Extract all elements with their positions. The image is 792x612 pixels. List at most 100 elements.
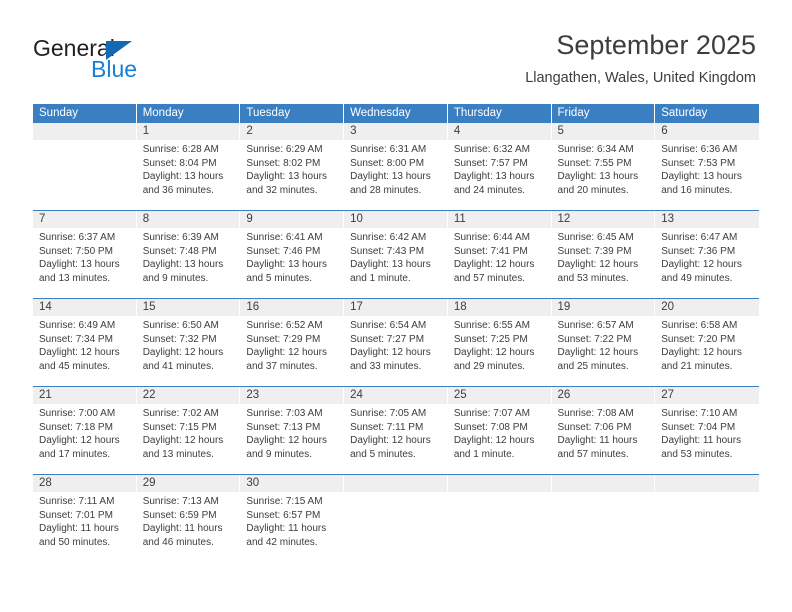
- sunset-text: Sunset: 7:57 PM: [453, 157, 528, 169]
- calendar-page: General Blue September 2025 Llangathen, …: [0, 0, 792, 612]
- sunset-text: Sunset: 7:04 PM: [661, 421, 736, 433]
- calendar-day-cell[interactable]: 6 Sunrise: 6:36 AM Sunset: 7:53 PM Daylight…: [655, 123, 759, 210]
- sunset-text: Sunset: 7:34 PM: [39, 333, 113, 345]
- sunset-text: Sunset: 7:15 PM: [142, 421, 217, 433]
- sunrise-text: Sunrise: 6:42 AM: [350, 232, 427, 243]
- calendar-day-cell[interactable]: 1 Sunrise: 6:28 AM Sunset: 8:04 PM Daylight…: [136, 123, 241, 210]
- day-sun-info: Sunrise: 6:31 AM Sunset: 8:00 PM Daylight:…: [344, 140, 447, 197]
- day-number: 15: [136, 299, 240, 316]
- sunrise-text: Sunrise: 6:44 AM: [453, 232, 530, 243]
- day-number: 14: [33, 299, 136, 316]
- sunrise-text: Sunrise: 6:39 AM: [142, 232, 219, 243]
- day-number: 11: [447, 211, 551, 228]
- title-block: September 2025 Llangathen, Wales, United…: [525, 28, 756, 88]
- day-number: 17: [344, 299, 447, 316]
- day-sun-info: Sunrise: 6:49 AM Sunset: 7:34 PM Daylight:…: [33, 316, 136, 373]
- day-number: 13: [655, 211, 759, 228]
- daylight-text: Daylight: 13 hours and 32 minutes.: [246, 171, 328, 196]
- sunset-text: Sunset: 7:41 PM: [453, 245, 528, 257]
- calendar-day-cell[interactable]: 16 Sunrise: 6:52 AM Sunset: 7:29 PM Dayligh…: [240, 299, 345, 386]
- calendar-day-cell-empty: [33, 123, 137, 210]
- day-number: 20: [655, 299, 759, 316]
- day-number: 3: [344, 123, 447, 140]
- calendar-day-cell[interactable]: 5 Sunrise: 6:34 AM Sunset: 7:55 PM Daylight…: [551, 123, 656, 210]
- sunset-text: Sunset: 8:04 PM: [142, 157, 217, 169]
- day-sun-info: Sunrise: 6:55 AM Sunset: 7:25 PM Daylight:…: [448, 316, 551, 373]
- sunrise-text: Sunrise: 6:28 AM: [142, 144, 219, 155]
- day-number: [344, 475, 447, 492]
- calendar-day-cell[interactable]: 11 Sunrise: 6:44 AM Sunset: 7:41 PM Dayligh…: [447, 211, 552, 298]
- calendar-day-cell[interactable]: 8 Sunrise: 6:39 AM Sunset: 7:48 PM Daylight…: [136, 211, 241, 298]
- calendar-day-cell[interactable]: 25 Sunrise: 7:07 AM Sunset: 7:08 PM Dayligh…: [447, 387, 552, 474]
- calendar-day-cell[interactable]: 28 Sunrise: 7:11 AM Sunset: 7:01 PM Dayligh…: [33, 475, 137, 562]
- sunset-text: Sunset: 7:22 PM: [557, 333, 632, 345]
- weekday-header-friday: Friday: [551, 104, 656, 123]
- daylight-text: Daylight: 12 hours and 25 minutes.: [557, 347, 639, 372]
- sunset-text: Sunset: 7:18 PM: [39, 421, 113, 433]
- sunrise-text: Sunrise: 7:13 AM: [142, 496, 219, 507]
- daylight-text: Daylight: 12 hours and 49 minutes.: [661, 259, 742, 284]
- sunrise-text: Sunrise: 6:54 AM: [350, 320, 427, 331]
- calendar-day-cell[interactable]: 26 Sunrise: 7:08 AM Sunset: 7:06 PM Dayligh…: [551, 387, 656, 474]
- day-number: [33, 123, 136, 140]
- day-sun-info: Sunrise: 7:13 AM Sunset: 6:59 PM Daylight:…: [137, 492, 240, 549]
- day-number: 27: [655, 387, 759, 404]
- daylight-text: Daylight: 12 hours and 57 minutes.: [453, 259, 535, 284]
- daylight-text: Daylight: 13 hours and 28 minutes.: [350, 171, 431, 196]
- calendar-week-row: 21 Sunrise: 7:00 AM Sunset: 7:18 PM Dayligh…: [33, 386, 759, 474]
- sunset-text: Sunset: 8:00 PM: [350, 157, 425, 169]
- sunrise-text: Sunrise: 6:31 AM: [350, 144, 427, 155]
- sunrise-text: Sunrise: 6:41 AM: [246, 232, 323, 243]
- calendar-day-cell[interactable]: 19 Sunrise: 6:57 AM Sunset: 7:22 PM Dayligh…: [551, 299, 656, 386]
- daylight-text: Daylight: 11 hours and 42 minutes.: [246, 523, 327, 548]
- calendar-day-cell[interactable]: 9 Sunrise: 6:41 AM Sunset: 7:46 PM Daylight…: [240, 211, 345, 298]
- calendar-day-cell[interactable]: 2 Sunrise: 6:29 AM Sunset: 8:02 PM Daylight…: [240, 123, 345, 210]
- day-sun-info: Sunrise: 7:02 AM Sunset: 7:15 PM Daylight:…: [137, 404, 240, 461]
- calendar-day-cell[interactable]: 29 Sunrise: 7:13 AM Sunset: 6:59 PM Dayligh…: [136, 475, 241, 562]
- daylight-text: Daylight: 12 hours and 1 minute.: [453, 435, 535, 460]
- calendar-day-cell[interactable]: 24 Sunrise: 7:05 AM Sunset: 7:11 PM Dayligh…: [344, 387, 448, 474]
- daylight-text: Daylight: 12 hours and 17 minutes.: [39, 435, 120, 460]
- calendar-day-cell-empty: [344, 475, 448, 562]
- day-sun-info: Sunrise: 7:03 AM Sunset: 7:13 PM Daylight:…: [240, 404, 343, 461]
- daylight-text: Daylight: 11 hours and 50 minutes.: [39, 523, 119, 548]
- day-number: 19: [551, 299, 655, 316]
- calendar-day-cell[interactable]: 22 Sunrise: 7:02 AM Sunset: 7:15 PM Dayligh…: [136, 387, 241, 474]
- sunrise-text: Sunrise: 7:03 AM: [246, 408, 323, 419]
- calendar-day-cell[interactable]: 21 Sunrise: 7:00 AM Sunset: 7:18 PM Dayligh…: [33, 387, 137, 474]
- day-number: [551, 475, 655, 492]
- sunrise-text: Sunrise: 7:05 AM: [350, 408, 427, 419]
- day-sun-info: Sunrise: 6:34 AM Sunset: 7:55 PM Daylight:…: [552, 140, 655, 197]
- daylight-text: Daylight: 12 hours and 53 minutes.: [557, 259, 639, 284]
- calendar-day-cell[interactable]: 20 Sunrise: 6:58 AM Sunset: 7:20 PM Dayligh…: [655, 299, 759, 386]
- day-number: 28: [33, 475, 136, 492]
- calendar-day-cell[interactable]: 15 Sunrise: 6:50 AM Sunset: 7:32 PM Dayligh…: [136, 299, 241, 386]
- sunrise-text: Sunrise: 6:50 AM: [142, 320, 219, 331]
- daylight-text: Daylight: 13 hours and 13 minutes.: [39, 259, 120, 284]
- calendar-day-cell[interactable]: 12 Sunrise: 6:45 AM Sunset: 7:39 PM Dayligh…: [551, 211, 656, 298]
- day-sun-info: Sunrise: 6:32 AM Sunset: 7:57 PM Daylight:…: [448, 140, 551, 197]
- calendar-day-cell[interactable]: 13 Sunrise: 6:47 AM Sunset: 7:36 PM Dayligh…: [655, 211, 759, 298]
- calendar-day-cell[interactable]: 4 Sunrise: 6:32 AM Sunset: 7:57 PM Daylight…: [447, 123, 552, 210]
- calendar-day-cell[interactable]: 7 Sunrise: 6:37 AM Sunset: 7:50 PM Daylight…: [33, 211, 137, 298]
- calendar-day-cell[interactable]: 30 Sunrise: 7:15 AM Sunset: 6:57 PM Dayligh…: [240, 475, 345, 562]
- calendar-day-cell[interactable]: 23 Sunrise: 7:03 AM Sunset: 7:13 PM Dayligh…: [240, 387, 345, 474]
- weekday-header-wednesday: Wednesday: [344, 104, 448, 123]
- sunset-text: Sunset: 7:01 PM: [39, 509, 113, 521]
- sunrise-text: Sunrise: 6:34 AM: [557, 144, 634, 155]
- calendar-week-row: 7 Sunrise: 6:37 AM Sunset: 7:50 PM Daylight…: [33, 210, 759, 298]
- daylight-text: Daylight: 12 hours and 9 minutes.: [246, 435, 328, 460]
- calendar-day-cell[interactable]: 3 Sunrise: 6:31 AM Sunset: 8:00 PM Daylight…: [344, 123, 448, 210]
- daylight-text: Daylight: 11 hours and 46 minutes.: [142, 523, 223, 548]
- weekday-header-sunday: Sunday: [33, 104, 137, 123]
- sunset-text: Sunset: 8:02 PM: [246, 157, 321, 169]
- calendar-day-cell[interactable]: 10 Sunrise: 6:42 AM Sunset: 7:43 PM Dayligh…: [344, 211, 448, 298]
- sunset-text: Sunset: 7:50 PM: [39, 245, 113, 257]
- calendar-day-cell[interactable]: 27 Sunrise: 7:10 AM Sunset: 7:04 PM Dayligh…: [655, 387, 759, 474]
- daylight-text: Daylight: 12 hours and 29 minutes.: [453, 347, 535, 372]
- calendar-day-cell[interactable]: 18 Sunrise: 6:55 AM Sunset: 7:25 PM Dayligh…: [447, 299, 552, 386]
- calendar-day-cell[interactable]: 14 Sunrise: 6:49 AM Sunset: 7:34 PM Dayligh…: [33, 299, 137, 386]
- calendar-day-cell[interactable]: 17 Sunrise: 6:54 AM Sunset: 7:27 PM Dayligh…: [344, 299, 448, 386]
- page-subtitle: Llangathen, Wales, United Kingdom: [525, 70, 756, 86]
- general-blue-logo[interactable]: General Blue: [33, 36, 263, 92]
